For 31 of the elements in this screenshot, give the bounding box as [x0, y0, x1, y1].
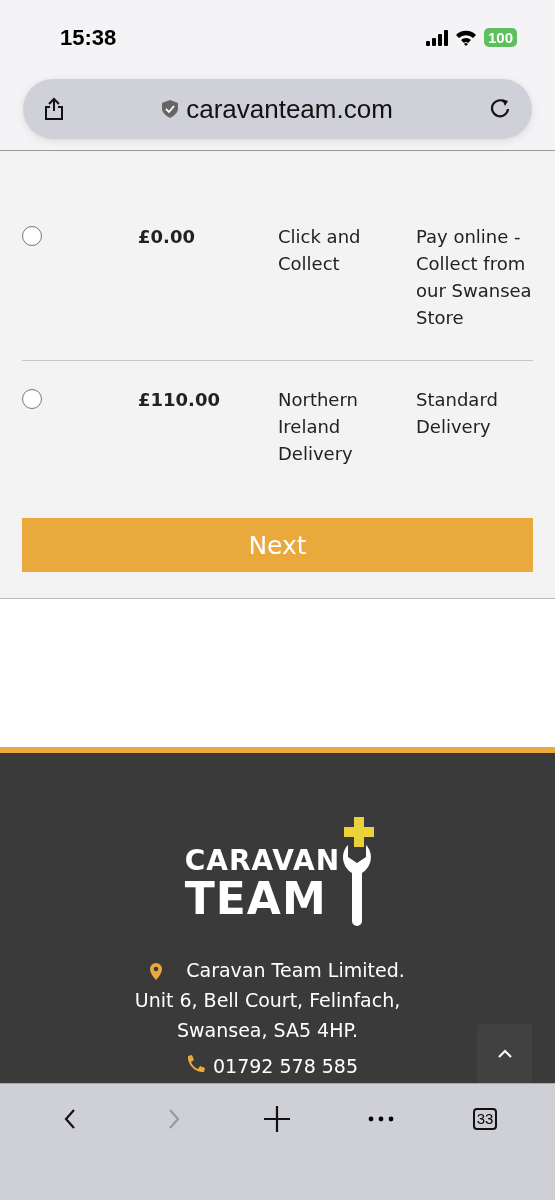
location-pin-icon [150, 963, 163, 980]
more-icon[interactable] [368, 1116, 395, 1122]
price-text: £0.00 [138, 225, 196, 249]
shipping-description: Pay online - Collect from our Swansea Store [416, 226, 532, 328]
plus-icon[interactable] [264, 1106, 291, 1132]
shield-icon [162, 100, 179, 118]
address-text: Unit 6, Bell Court, Felinfach, [133, 988, 402, 1013]
price-text: £110.00 [138, 388, 221, 412]
url-text: caravanteam.com [186, 93, 393, 125]
logo-text: CARAVAN [184, 847, 341, 875]
back-icon[interactable] [63, 1108, 76, 1130]
wrench-plus-icon [340, 817, 377, 927]
shipping-description: Standard Delivery [416, 389, 498, 437]
radio-button[interactable] [22, 226, 42, 246]
wifi-icon [454, 29, 477, 46]
signal-icon [425, 29, 448, 46]
phone-number[interactable]: 01792 578 585 [212, 1055, 359, 1077]
tab-count[interactable]: 33 [472, 1108, 498, 1130]
clock-time: 15:38 [60, 24, 118, 51]
shipping-name: Northern Ireland Delivery [278, 389, 358, 464]
chevron-up-icon [496, 1048, 513, 1060]
battery-level: 100 [483, 28, 517, 47]
address-text: Swansea, SA5 4HP. [175, 1018, 359, 1043]
logo-text: TEAM [184, 877, 328, 921]
scroll-top-button[interactable] [477, 1024, 532, 1084]
address-bar[interactable]: caravanteam.com [23, 79, 532, 139]
radio-button[interactable] [22, 389, 42, 409]
share-icon[interactable] [43, 97, 65, 121]
address-text: Caravan Team Limited. [186, 958, 405, 983]
shipping-name: Click and Collect [278, 226, 361, 274]
reload-icon[interactable] [490, 98, 512, 120]
